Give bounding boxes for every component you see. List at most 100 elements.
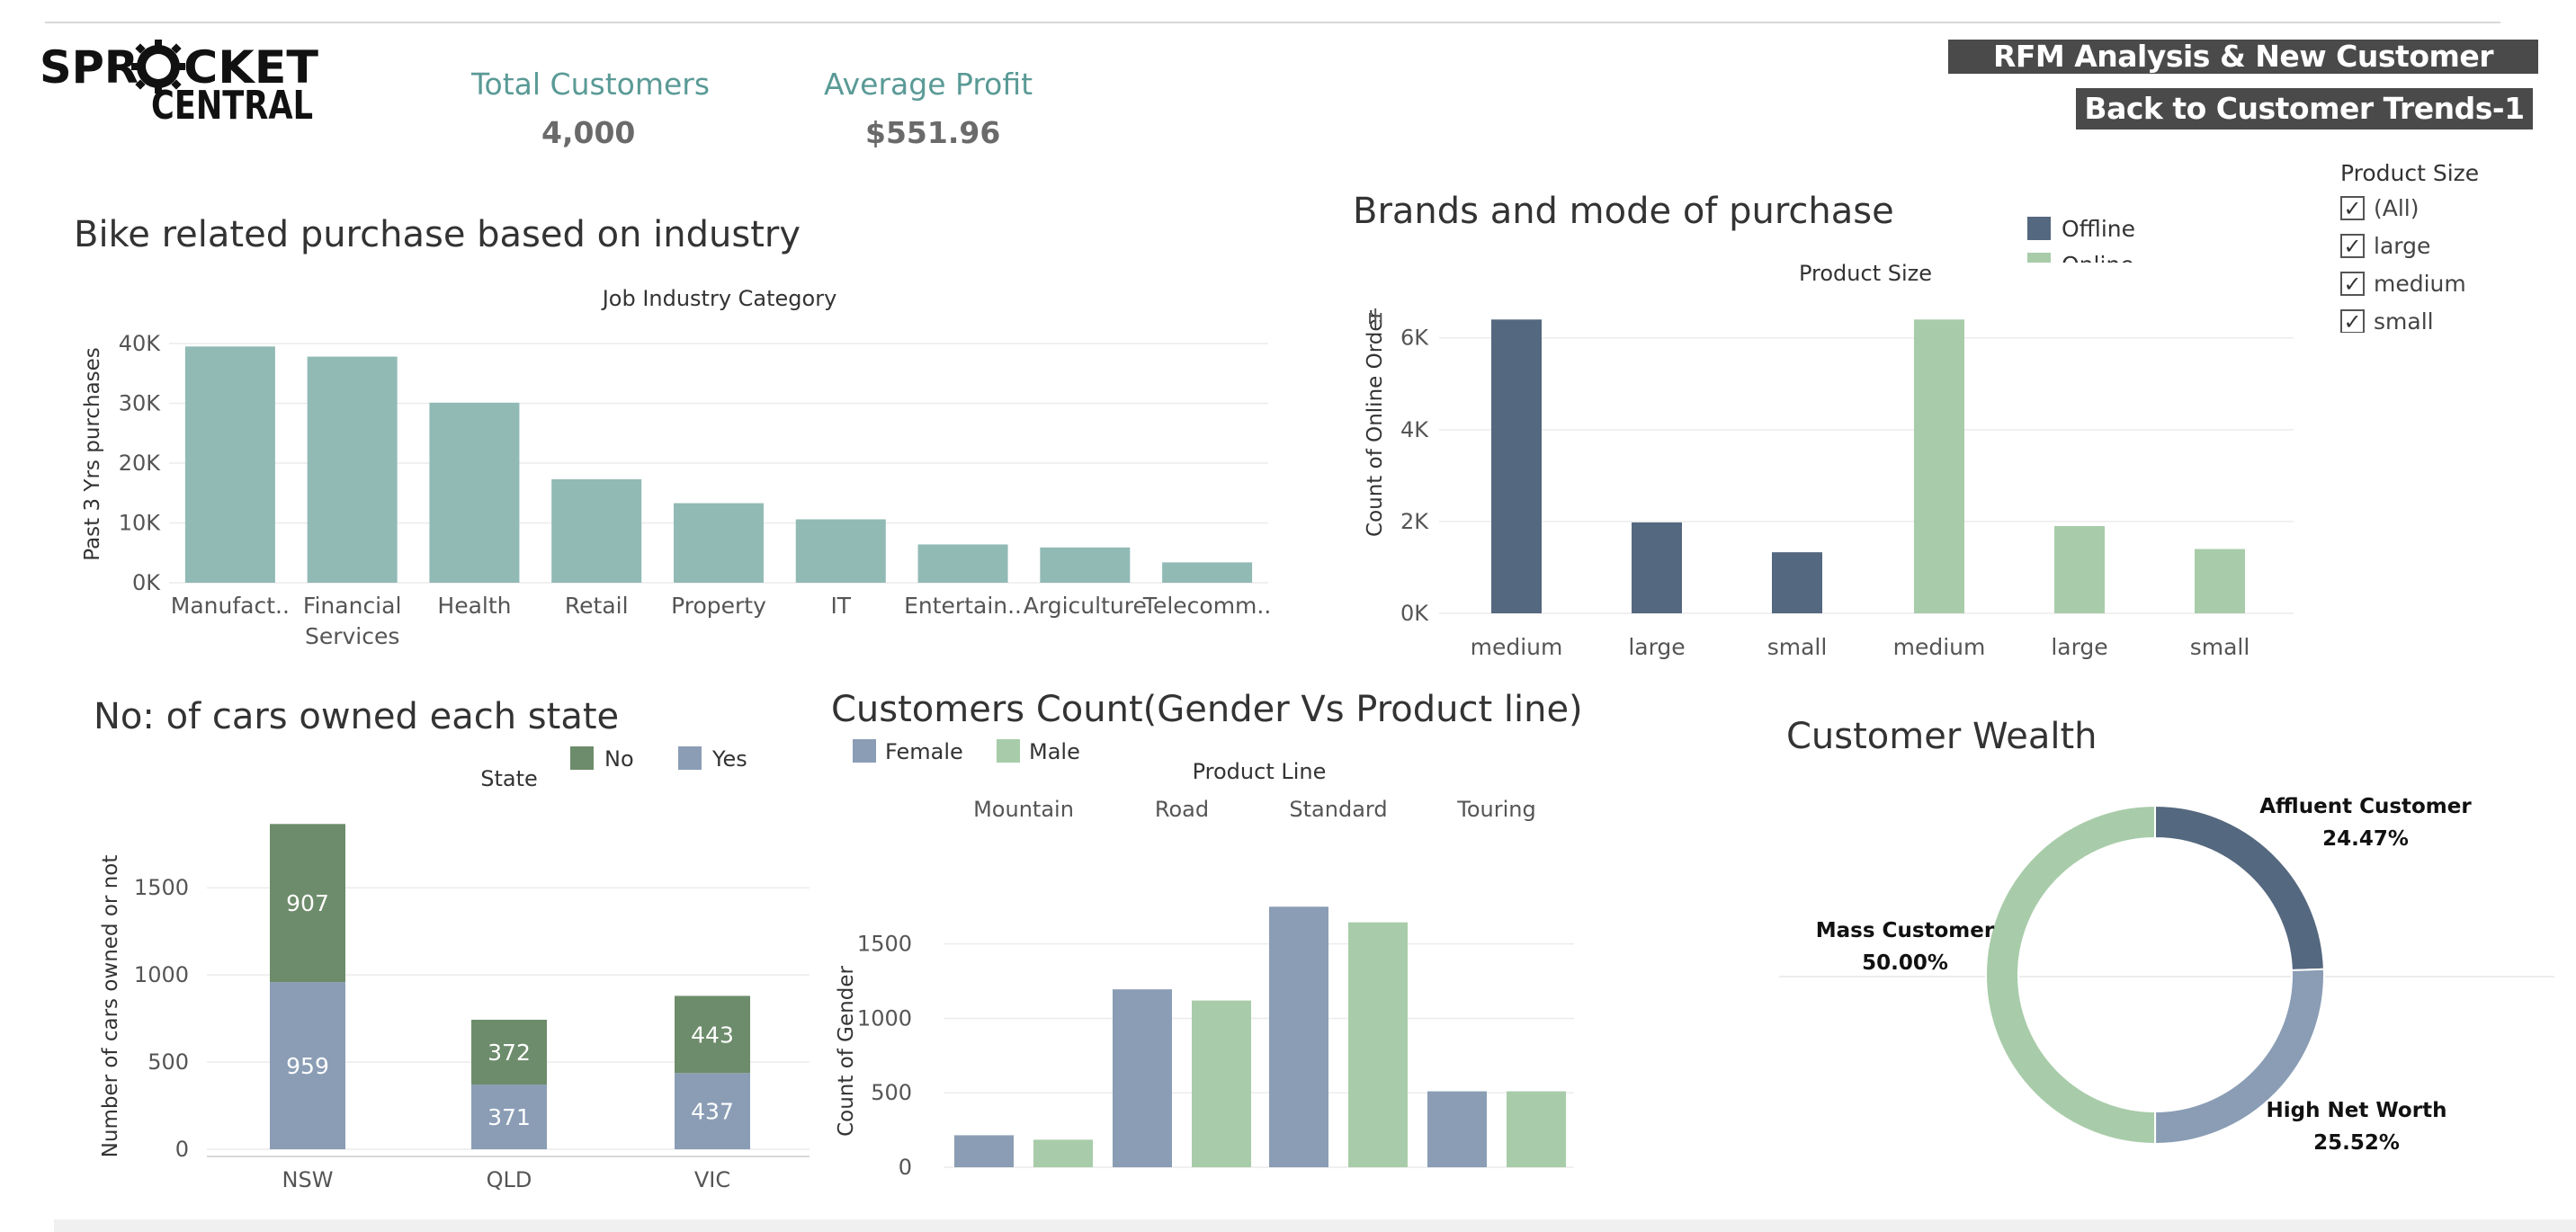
data-label-yes: 371 — [487, 1104, 531, 1130]
bar-male-road — [1192, 1000, 1251, 1167]
legend-swatch-offline — [2027, 217, 2051, 240]
rfm-analysis-button[interactable]: RFM Analysis & New Customer Trends — [1948, 40, 2538, 108]
slice-percent: 25.52% — [2313, 1131, 2400, 1155]
kpi-total-customers-value: 4,000 — [541, 115, 636, 150]
y-tick-label: 500 — [871, 1080, 912, 1105]
filter-option-large[interactable]: ✓ large — [2340, 233, 2520, 259]
industry-chart-header: Job Industry Category — [601, 286, 837, 311]
x-tick-label: medium — [1471, 634, 1563, 660]
slice-label: Affluent Customer — [2259, 795, 2472, 818]
cars-chart-title: No: of cars owned each state — [94, 696, 620, 737]
group-label: Touring — [1456, 797, 1535, 822]
product-size-filter: Product Size ✓ (All) ✓ large ✓ medium ✓ smal… — [2340, 160, 2520, 333]
legend-label-offline: Offline — [2062, 216, 2135, 242]
checkbox-checked-icon[interactable]: ✓ — [2340, 234, 2365, 258]
group-label: Standard — [1289, 797, 1387, 822]
bar-online-medium — [1914, 319, 1964, 613]
y-tick-label: 30K — [119, 390, 162, 415]
slice-label: High Net Worth — [2267, 1099, 2447, 1122]
x-tick-label: Telecomm.. — [1142, 593, 1271, 619]
y-tick-label: 0 — [899, 1155, 912, 1180]
gender-chart: Female Male Product Line Mountain Road Standa… — [835, 739, 1574, 1180]
industry-chart: Job Industry Category 0K 10K 20K 30K 40K Past … — [81, 286, 1271, 649]
filter-title: Product Size — [2340, 160, 2480, 186]
kpi-average-profit-label: Average Profit — [824, 67, 1033, 102]
y-tick-label: 0 — [175, 1137, 189, 1162]
x-tick-label: Property — [671, 593, 766, 619]
legend-label-female: Female — [885, 739, 963, 764]
bar-telecomm — [1162, 562, 1253, 583]
x-tick-label: large — [1628, 634, 1685, 660]
y-tick-label: 1500 — [857, 932, 912, 957]
brands-chart: Offline Online Product Size 0K 2K 4K 6K Count o… — [1364, 216, 2294, 660]
y-axis-label: Count of Online Order — [1364, 309, 1387, 536]
y-tick-label: 40K — [119, 331, 162, 356]
x-tick-label: large — [2051, 634, 2107, 660]
bar-entertain — [917, 544, 1008, 583]
x-tick-label: NSW — [282, 1167, 334, 1192]
x-tick-label: VIC — [694, 1167, 730, 1192]
bar-male-mountain — [1033, 1139, 1093, 1167]
group-label: Mountain — [973, 797, 1074, 822]
filter-option-medium[interactable]: ✓ medium — [2340, 271, 2520, 297]
x-tick-label: Manufact.. — [171, 593, 290, 619]
bar-male-standard — [1348, 922, 1408, 1167]
checkbox-checked-icon[interactable]: ✓ — [2340, 196, 2365, 220]
bar-offline-medium — [1491, 319, 1542, 613]
bar-online-small — [2195, 549, 2245, 613]
legend-label-yes: Yes — [711, 746, 747, 772]
wealth-chart-title: Customer Wealth — [1786, 716, 2097, 757]
filter-option-all[interactable]: ✓ (All) — [2340, 195, 2520, 221]
donut-slice-mass-customer — [1985, 804, 2157, 1146]
industry-chart-title: Bike related purchase based on industry — [74, 214, 801, 255]
top-divider — [45, 22, 2500, 23]
back-to-customer-trends-button[interactable]: Back to Customer Trends-1 — [2076, 88, 2533, 129]
x-tick-label: Entertain.. — [904, 593, 1022, 619]
gender-chart-header: Product Line — [1193, 759, 1327, 784]
legend-swatch-yes — [678, 746, 702, 770]
data-label-no: 443 — [691, 1022, 734, 1048]
bar-argiculture — [1040, 547, 1131, 583]
slice-percent: 24.47% — [2322, 827, 2409, 851]
x-tick-label: Health — [437, 593, 511, 619]
y-tick-label: 6K — [1400, 326, 1429, 351]
y-axis-label: Count of Gender — [835, 966, 858, 1137]
sprocket-central-logo: SPR CKET CENTRAL — [40, 38, 327, 129]
logo-text-central: CENTRAL — [151, 83, 313, 128]
bar-retail — [551, 478, 642, 583]
x-tick-label: Retail — [565, 593, 629, 619]
bar-offline-large — [1632, 522, 1682, 613]
data-label-yes: 959 — [286, 1053, 329, 1079]
cars-chart: No Yes State 0 500 1000 1500 Number of cars own… — [99, 746, 809, 1192]
x-tick-label: IT — [830, 593, 851, 619]
x-tick-label: Services — [305, 623, 399, 649]
logo-text-sp: SPR — [40, 41, 139, 94]
filter-option-small[interactable]: ✓ small — [2340, 308, 2520, 333]
legend-label-online: Online — [2062, 252, 2134, 278]
slice-label: Mass Customer — [1816, 919, 1995, 942]
bar-manufact — [184, 346, 275, 583]
kpi-average-profit-value: $551.96 — [865, 115, 1001, 150]
bar-male-touring — [1507, 1091, 1566, 1167]
x-tick-label: QLD — [487, 1167, 532, 1192]
x-tick-label: Argiculture — [1024, 593, 1147, 619]
checkbox-checked-icon[interactable]: ✓ — [2340, 309, 2365, 333]
brands-chart-header: Product Size — [1799, 261, 1932, 286]
wealth-donut-chart: Affluent Customer 24.47% High Net Worth 25.… — [1779, 795, 2554, 1155]
group-label: Road — [1155, 797, 1209, 822]
legend-swatch-no — [570, 746, 594, 770]
x-tick-label: small — [2190, 634, 2250, 660]
legend-swatch-female — [853, 739, 876, 763]
y-tick-label: 20K — [119, 451, 162, 476]
bar-it — [795, 519, 886, 583]
slice-percent: 50.00% — [1862, 951, 1948, 975]
legend-online-clipped: Online — [2027, 252, 2134, 278]
y-tick-label: 2K — [1400, 509, 1429, 534]
y-tick-label: 1000 — [134, 962, 189, 987]
kpi-total-customers-label: Total Customers — [471, 67, 711, 102]
data-label-no: 907 — [286, 890, 329, 916]
y-axis-label: Past 3 Yrs purchases — [81, 347, 104, 561]
checkbox-checked-icon[interactable]: ✓ — [2340, 272, 2365, 296]
bar-online-large — [2054, 526, 2105, 613]
y-tick-label: 1000 — [857, 1005, 912, 1031]
